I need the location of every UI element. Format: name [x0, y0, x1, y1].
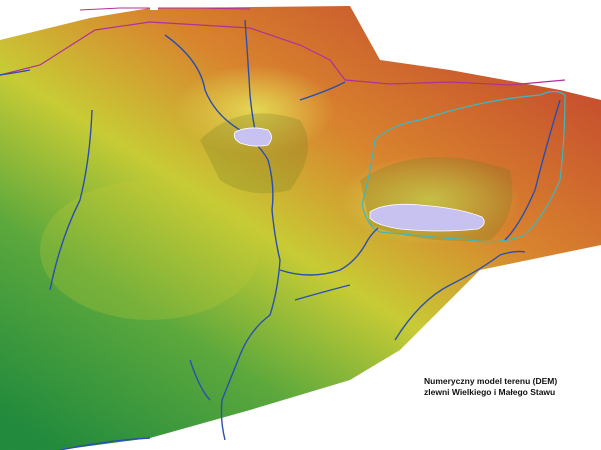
ridge-highlight [40, 180, 260, 320]
map-artifact [150, 6, 158, 10]
caption-subtitle: zlewni Wielkiego i Małego Stawu [424, 387, 556, 397]
map-caption: Numeryczny model terenu (DEM) zlewni Wie… [424, 376, 594, 398]
caption-title: Numeryczny model terenu (DEM) [424, 376, 558, 386]
